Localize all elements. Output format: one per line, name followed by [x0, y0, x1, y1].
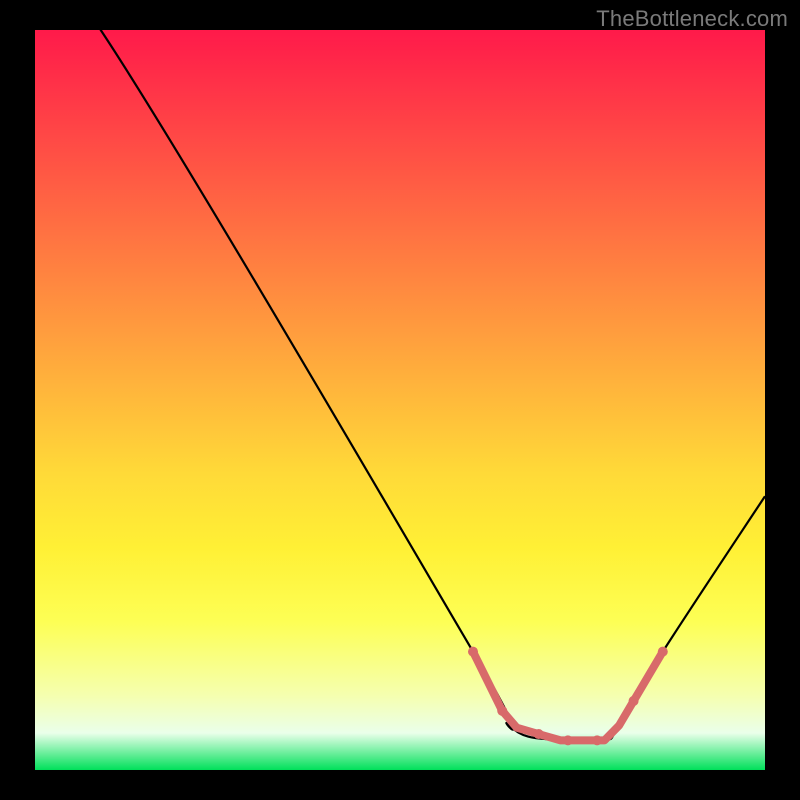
- trough-dot: [468, 647, 478, 657]
- watermark-text: TheBottleneck.com: [596, 6, 788, 32]
- bottleneck-curve: [35, 30, 765, 742]
- plot-area: [35, 30, 765, 770]
- trough-dot: [497, 706, 507, 716]
- trough-dot: [534, 729, 544, 739]
- trough-dot: [629, 696, 639, 706]
- trough-dot: [592, 735, 602, 745]
- chart-frame: TheBottleneck.com: [0, 0, 800, 800]
- trough-dot: [658, 647, 668, 657]
- curve-layer: [35, 30, 765, 770]
- trough-dot: [563, 735, 573, 745]
